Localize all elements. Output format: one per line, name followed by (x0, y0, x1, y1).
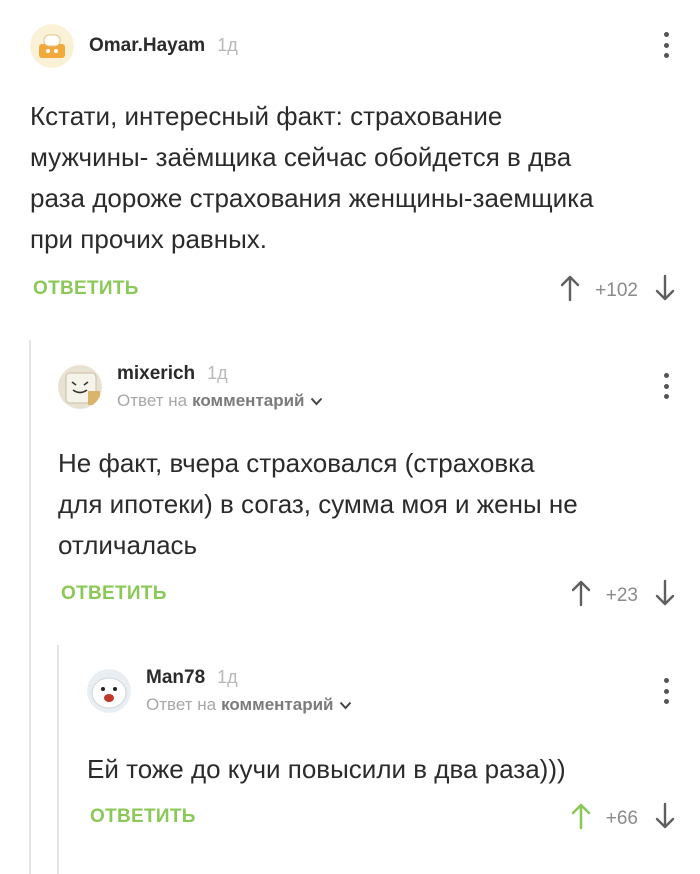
vote-score: +66 (605, 807, 638, 829)
avatar[interactable] (87, 669, 131, 713)
arrow-down-icon[interactable] (654, 274, 676, 307)
arrow-down-icon[interactable] (654, 802, 676, 835)
more-options-icon[interactable] (662, 678, 670, 704)
reply-target-link[interactable]: комментарий (221, 695, 333, 715)
reply-reference[interactable]: Ответ на комментарий (146, 695, 352, 715)
arrow-up-icon[interactable] (570, 579, 592, 612)
thread-line-level-2 (57, 645, 59, 874)
comment-text: Не факт, вчера страховался (страховка дл… (58, 448, 578, 560)
username[interactable]: Omar.Hayam (89, 35, 205, 57)
reply-target-link[interactable]: комментарий (192, 391, 304, 411)
timestamp: 1д (207, 363, 228, 383)
arrow-up-icon[interactable] (559, 274, 581, 307)
chevron-down-icon[interactable] (310, 391, 323, 411)
more-options-icon[interactable] (662, 373, 670, 399)
reply-button[interactable]: ОТВЕТИТЬ (61, 583, 167, 605)
arrow-up-icon[interactable] (570, 802, 592, 835)
avatar[interactable] (30, 24, 74, 68)
avatar[interactable] (58, 365, 102, 409)
username[interactable]: mixerich (117, 363, 195, 385)
arrow-down-icon[interactable] (654, 579, 676, 612)
comment-text: Кстати, интересный факт: страхование муж… (30, 101, 594, 254)
comment-text: Ей тоже до кучи повысили в два раза))) (87, 754, 566, 784)
timestamp: 1д (217, 667, 238, 687)
thread-line-level-1 (29, 340, 31, 874)
reply-button[interactable]: ОТВЕТИТЬ (33, 278, 139, 300)
reply-reference[interactable]: Ответ на комментарий (117, 391, 323, 411)
more-options-icon[interactable] (662, 32, 670, 58)
chevron-down-icon[interactable] (339, 695, 352, 715)
timestamp: 1д (217, 35, 238, 55)
vote-score: +23 (605, 584, 638, 606)
reply-button[interactable]: ОТВЕТИТЬ (90, 806, 196, 828)
username[interactable]: Man78 (146, 667, 205, 689)
vote-score: +102 (595, 279, 638, 301)
